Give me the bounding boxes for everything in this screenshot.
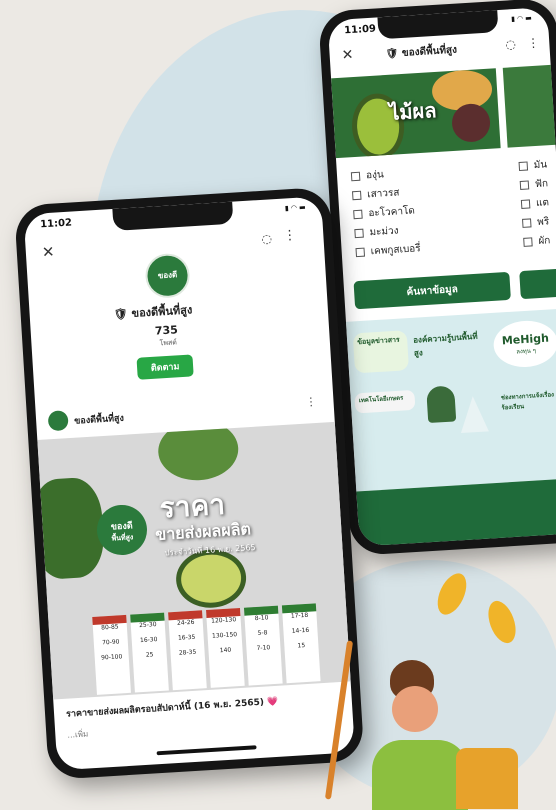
chat-icon[interactable]: ◌ <box>261 231 272 246</box>
checkbox[interactable] <box>521 217 532 228</box>
page-title-text: ของดีพื้นที่สูง <box>401 44 458 59</box>
follow-button[interactable]: ติดตาม <box>136 354 194 380</box>
promo-info-news-label: ข้อมูลข่าวสาร <box>356 335 400 347</box>
promo-panel: ข้อมูลข่าวสาร องค์ความรู้บนพื้นที่สูง Me… <box>345 308 556 492</box>
list-item[interactable]: พริ <box>521 212 552 233</box>
post-more-icon[interactable]: ⋮ <box>305 395 317 409</box>
checkbox[interactable] <box>353 209 363 219</box>
passionfruit-image <box>450 102 492 143</box>
banner-title: ไม้ผล <box>388 97 438 125</box>
category-banner-next[interactable] <box>502 64 556 148</box>
checkbox[interactable] <box>354 228 364 238</box>
profile-name-text: ของดีพื้นที่สูง <box>131 303 193 321</box>
status-icons: ▮ ◠ ▬ <box>510 13 533 24</box>
more-icon[interactable]: ⋮ <box>527 36 540 51</box>
front-phone: 11:02 ▮ ◠ ▬ ✕ ◌ ⋮ ของดี 🛡 ของดีพื้นที่สู… <box>14 186 365 780</box>
price-card: 80-85 70-90 90-100 <box>92 614 131 695</box>
promo-technology[interactable]: เทคโนโลยีเกษตร <box>354 389 416 414</box>
status-icons: ▮ ◠ ▬ <box>284 203 306 213</box>
back-phone: 11:09 ▮ ◠ ▬ ✕ 🛡 ของดีพื้นที่สูง ◌ ⋮ ไม้ผ… <box>318 0 556 556</box>
list-item[interactable]: เคพกูสเบอรี่ <box>355 239 421 262</box>
more-icon[interactable]: ⋮ <box>283 228 297 244</box>
list-item[interactable]: ฟัก <box>519 174 549 195</box>
farmer-woman-illustration <box>372 660 468 810</box>
shield-icon: 🛡 <box>113 307 129 322</box>
list-item[interactable]: มัน <box>518 155 548 176</box>
promo-technology-label: เทคโนโลยีเกษตร <box>358 394 404 405</box>
checkbox[interactable] <box>350 171 361 181</box>
checkbox[interactable] <box>523 236 533 247</box>
list-item[interactable]: ผัก <box>523 231 553 252</box>
phone-notch <box>112 201 234 231</box>
promo-info-news[interactable]: ข้อมูลข่าวสาร <box>352 330 410 374</box>
close-icon[interactable]: ✕ <box>41 243 55 262</box>
home-indicator <box>156 745 257 756</box>
caption-more-link[interactable]: ...เพิ่ม <box>67 727 89 741</box>
post-author-avatar[interactable] <box>47 410 69 432</box>
vegetable-broccoli-image <box>156 421 241 483</box>
list-item[interactable]: แต <box>520 193 551 214</box>
status-time: 11:02 <box>39 217 73 231</box>
list-item[interactable]: อะโวคาโด <box>353 201 419 224</box>
price-card: 8-10 5-8 7-10 <box>243 605 283 686</box>
checkbox[interactable] <box>520 198 531 209</box>
post-author-name[interactable]: ของดีพื้นที่สูง <box>74 411 124 428</box>
posts-count: 735 <box>154 323 179 338</box>
farmer-face <box>392 686 438 732</box>
status-time: 11:09 <box>343 23 377 37</box>
page-title: 🛡 ของดีพื้นที่สูง <box>385 43 457 62</box>
search-button-second[interactable] <box>519 267 556 300</box>
price-card: 120-130 130-150 140 <box>206 607 245 688</box>
post-logo-sub: พื้นที่สูง <box>111 533 134 543</box>
promo-channel[interactable]: ช่องทางการแจ้งเรื่องร้องเรียน <box>501 389 556 412</box>
price-card: 17-18 14-16 15 <box>281 603 321 684</box>
shield-icon: 🛡 <box>385 48 399 60</box>
price-card: 25-30 16-30 25 <box>130 612 169 693</box>
vegetable-leaves-image <box>37 476 106 581</box>
checkbox[interactable] <box>351 190 362 200</box>
fruit-list-left: องุ่น เสาวรส อะโวคาโด มะม่วง เคพกูสเบอรี… <box>350 163 422 262</box>
back-phone-screen: 11:09 ▮ ◠ ▬ ✕ 🛡 ของดีพื้นที่สูง ◌ ⋮ ไม้ผ… <box>327 7 556 547</box>
corn-basket-icon <box>456 748 518 809</box>
front-phone-screen: 11:02 ▮ ◠ ▬ ✕ ◌ ⋮ ของดี 🛡 ของดีพื้นที่สู… <box>23 196 355 771</box>
fruit-list-right: มัน ฟัก แต พริ ผัก <box>518 155 552 252</box>
farmer-illustration <box>426 385 457 424</box>
price-card: 24-26 16-35 28-35 <box>168 610 207 691</box>
phone-notch <box>377 10 499 40</box>
promo-knowledge[interactable]: องค์ความรู้บนพื้นที่สูง <box>413 330 484 360</box>
chat-icon[interactable]: ◌ <box>505 37 516 52</box>
farmer-body <box>372 740 468 810</box>
post-logo: ของดี พื้นที่สูง <box>95 503 149 557</box>
category-banner[interactable]: ไม้ผล <box>331 68 501 159</box>
promo-channel-label: ช่องทางการแจ้งเรื่องร้องเรียน <box>500 391 555 412</box>
promo-knowledge-label: องค์ความรู้บนพื้นที่สูง <box>412 331 478 358</box>
profile-name: 🛡 ของดีพื้นที่สูง <box>113 300 193 323</box>
checkbox[interactable] <box>519 179 530 190</box>
tree-illustration <box>458 395 489 434</box>
checkbox[interactable] <box>355 247 365 257</box>
post-image[interactable]: ของดี พื้นที่สูง ราคา ขายส่งผลผลิต ประจำ… <box>37 421 353 700</box>
checkbox[interactable] <box>518 160 529 171</box>
avatar[interactable]: ของดี <box>144 252 191 300</box>
search-button[interactable]: ค้นหาข้อมูล <box>353 271 511 310</box>
close-icon[interactable]: ✕ <box>341 47 354 64</box>
posts-label: โพสต์ <box>159 338 178 348</box>
avatar-logo-text: ของดี <box>157 270 178 281</box>
promo-brand[interactable]: MeHigh ลงทุน ๆ <box>492 319 556 369</box>
